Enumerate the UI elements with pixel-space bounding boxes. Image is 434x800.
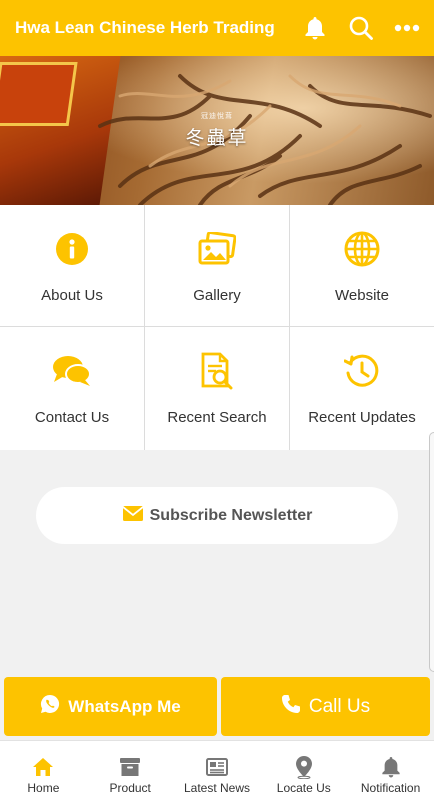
archive-box-icon xyxy=(118,756,142,778)
tab-latest-news[interactable]: Latest News xyxy=(174,741,261,800)
menu-grid: About Us Gallery Website Contact Us Rece… xyxy=(0,205,434,450)
tab-label: Locate Us xyxy=(276,781,331,795)
tab-notification[interactable]: Notification xyxy=(347,741,434,800)
menu-item-label: Website xyxy=(335,287,389,304)
gallery-icon xyxy=(197,229,237,269)
whatsapp-icon xyxy=(40,694,60,719)
side-drawer-handle[interactable] xyxy=(429,432,434,672)
envelope-icon xyxy=(122,504,144,527)
newspaper-icon xyxy=(205,756,229,778)
tab-label: Product xyxy=(109,781,151,795)
subscribe-label: Subscribe Newsletter xyxy=(149,506,313,524)
app-title: Hwa Lean Chinese Herb Trading xyxy=(15,18,275,37)
more-horizontal-icon[interactable] xyxy=(394,15,420,41)
history-clock-icon xyxy=(342,351,382,391)
hero-caption-title: 冬蟲草 xyxy=(185,128,249,149)
menu-item-gallery[interactable]: Gallery xyxy=(145,205,290,327)
hero-banner[interactable]: 冠迪悅茸 冬蟲草 xyxy=(0,56,434,205)
menu-item-recent-updates[interactable]: Recent Updates xyxy=(290,327,434,450)
call-us-button[interactable]: Call Us xyxy=(221,677,430,736)
bell-icon[interactable] xyxy=(302,15,328,41)
tab-label: Latest News xyxy=(183,781,250,795)
app-bar: Hwa Lean Chinese Herb Trading xyxy=(0,0,434,56)
search-icon[interactable] xyxy=(348,15,374,41)
hero-caption-small: 冠迪悅茸 xyxy=(201,113,233,120)
menu-item-website[interactable]: Website xyxy=(290,205,434,327)
globe-icon xyxy=(342,229,382,269)
info-icon xyxy=(52,229,92,269)
bell-icon xyxy=(379,756,403,778)
tab-locate-us[interactable]: Locate Us xyxy=(260,741,347,800)
document-search-icon xyxy=(197,351,237,391)
tab-label: Notification xyxy=(360,781,421,795)
menu-item-contact-us[interactable]: Contact Us xyxy=(0,327,145,450)
chat-bubbles-icon xyxy=(52,351,92,391)
menu-item-label: Contact Us xyxy=(34,409,110,426)
menu-item-label: Gallery xyxy=(193,287,241,304)
bottom-tab-bar: Home Product Latest News Locate Us Notif… xyxy=(0,740,434,800)
tab-label: Home xyxy=(27,781,60,795)
tab-product[interactable]: Product xyxy=(87,741,174,800)
tab-home[interactable]: Home xyxy=(0,741,87,800)
map-pin-icon xyxy=(292,756,316,779)
menu-item-recent-search[interactable]: Recent Search xyxy=(145,327,290,450)
whatsapp-button[interactable]: WhatsApp Me xyxy=(4,677,217,736)
phone-icon xyxy=(281,694,301,720)
menu-item-label: Recent Search xyxy=(167,409,267,426)
menu-item-about-us[interactable]: About Us xyxy=(0,205,145,327)
menu-item-label: About Us xyxy=(41,287,103,304)
subscribe-newsletter-button[interactable]: Subscribe Newsletter xyxy=(36,487,398,544)
call-label: Call Us xyxy=(308,695,371,717)
whatsapp-label: WhatsApp Me xyxy=(68,696,181,716)
hero-caption: 冠迪悅茸 冬蟲草 xyxy=(0,111,434,150)
app-bar-actions xyxy=(302,15,434,41)
menu-item-label: Recent Updates xyxy=(308,409,416,426)
home-icon xyxy=(31,756,55,778)
